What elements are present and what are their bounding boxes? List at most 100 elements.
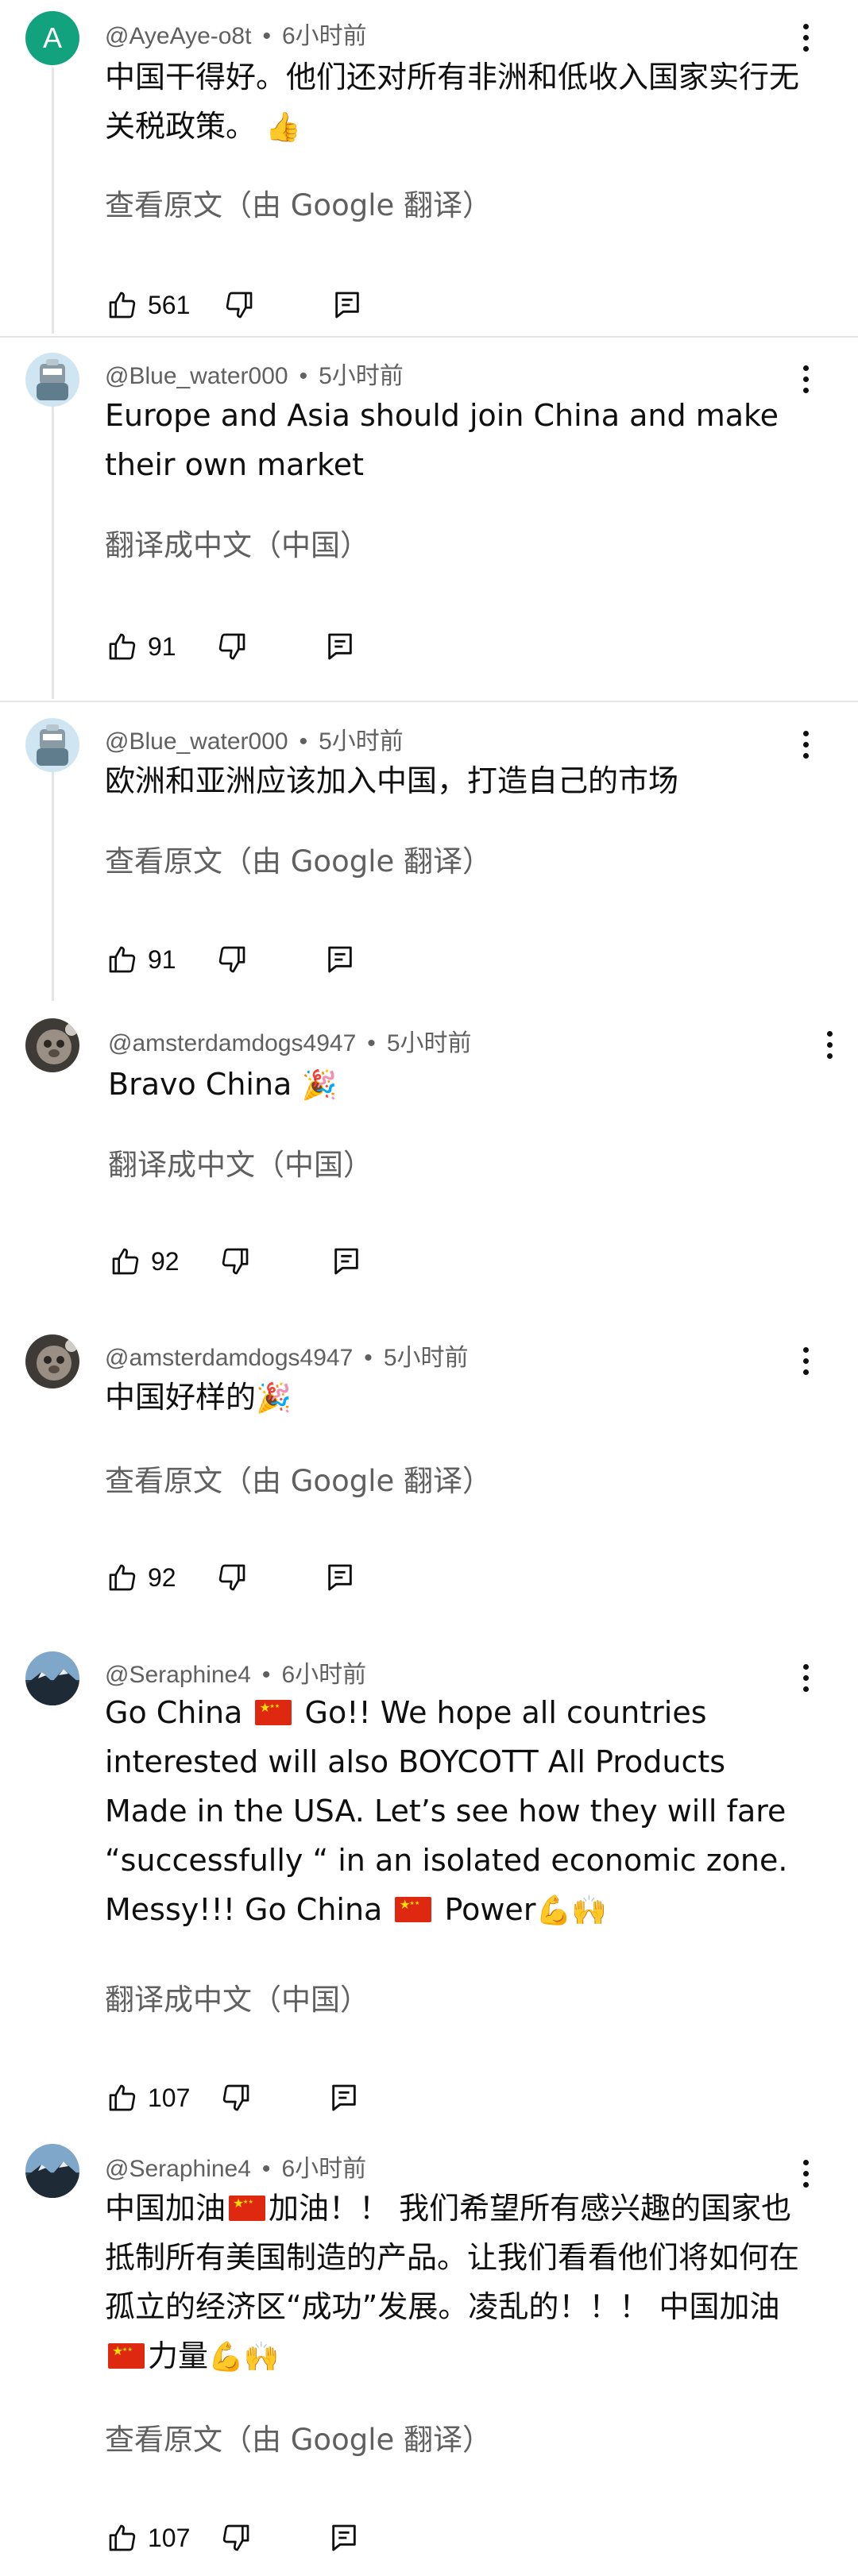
- comment-actions: 91: [105, 936, 358, 983]
- comment-meta: @AyeAye-o8t • 6小时前: [105, 16, 367, 51]
- party-popper-emoji: 🎉: [301, 1069, 338, 1102]
- reply-icon[interactable]: [323, 942, 358, 977]
- thumb-up-icon[interactable]: [105, 288, 140, 322]
- thumb-up-icon[interactable]: [108, 1244, 143, 1279]
- thumb-up-icon[interactable]: [105, 629, 140, 664]
- translate-link[interactable]: 查看原文（由 Google 翻译）: [105, 1457, 492, 1500]
- flex-clap-emoji: 💪🙌: [208, 2341, 280, 2373]
- thumb-down-icon[interactable]: [214, 629, 249, 664]
- comment-text: 中国好样的🎉: [105, 1380, 292, 1415]
- more-options-button[interactable]: [790, 17, 821, 57]
- avatar[interactable]: [25, 1018, 79, 1072]
- comment: A @AyeAye-o8t • 6小时前 中国干得好。他们还对所有非洲和低收入国家实…: [0, 0, 858, 334]
- like-count: 92: [151, 1246, 180, 1276]
- author-name[interactable]: @Blue_water000: [105, 728, 288, 755]
- comment-actions: 92: [108, 1238, 364, 1285]
- thumb-down-icon[interactable]: [218, 1244, 253, 1279]
- comment: @Blue_water000 • 5小时前 Europe and Asia shou…: [0, 342, 858, 699]
- avatar[interactable]: [25, 1334, 79, 1388]
- comment-text: 欧洲和亚洲应该加入中国，打造自己的市场: [105, 763, 679, 798]
- reply-icon[interactable]: [323, 1560, 358, 1595]
- avatar[interactable]: [25, 353, 79, 407]
- comment: @Blue_water000 • 5小时前 欧洲和亚洲应该加入中国，打造自己的市场 …: [0, 707, 858, 1001]
- author-name[interactable]: @Blue_water000: [105, 363, 288, 389]
- thumb-up-icon[interactable]: [105, 942, 140, 977]
- thumb-down-icon[interactable]: [218, 2520, 253, 2555]
- comment-time: 6小时前: [281, 1662, 367, 1688]
- comment: @Seraphine4 • 6小时前 中国加油加油！！ 我们希望所有感兴趣的国家也抵…: [0, 2133, 858, 2576]
- comment-actions: 107: [105, 2074, 361, 2122]
- avatar[interactable]: [25, 718, 79, 772]
- divider: [0, 336, 858, 338]
- reply-icon[interactable]: [330, 288, 365, 322]
- separator-dot: •: [367, 1030, 376, 1056]
- like-count: 107: [148, 2083, 191, 2112]
- separator-dot: •: [262, 23, 271, 49]
- translate-link[interactable]: 翻译成中文（中国）: [105, 521, 369, 564]
- comment-meta: @Blue_water000 • 5小时前: [105, 356, 404, 391]
- comment-text: Go China Go!! We hope all countries inte…: [105, 1688, 804, 1936]
- divider: [0, 701, 858, 702]
- comment-time: 5小时前: [319, 363, 404, 389]
- author-name[interactable]: @AyeAye-o8t: [105, 23, 251, 49]
- avatar[interactable]: A: [25, 11, 79, 65]
- like-count: 91: [148, 944, 176, 974]
- comment-time: 5小时前: [383, 1345, 469, 1371]
- like-count: 91: [148, 631, 176, 661]
- author-name[interactable]: @amsterdamdogs4947: [108, 1030, 356, 1056]
- author-name[interactable]: @Seraphine4: [105, 1662, 251, 1688]
- comment-actions: 91: [105, 623, 358, 670]
- author-name[interactable]: @Seraphine4: [105, 2156, 251, 2182]
- china-flag-emoji: [229, 2196, 266, 2221]
- avatar[interactable]: [25, 1651, 79, 1705]
- comment-actions: 92: [105, 1554, 358, 1601]
- comment-text: 中国干得好。他们还对所有非洲和低收入国家实行无关税政策。 👍: [105, 60, 800, 144]
- thumb-up-icon[interactable]: [105, 1560, 140, 1595]
- comment-meta: @Seraphine4 • 6小时前: [105, 2149, 366, 2184]
- thumb-down-icon[interactable]: [218, 2080, 253, 2115]
- comment-time: 5小时前: [319, 728, 404, 755]
- reply-icon[interactable]: [327, 2520, 361, 2555]
- like-count: 107: [148, 2523, 191, 2552]
- china-flag-emoji: [395, 1897, 432, 1922]
- comment: @amsterdamdogs4947 • 5小时前 中国好样的🎉 查看原文（由 Go…: [0, 1327, 858, 1620]
- thumb-up-icon[interactable]: [105, 2080, 140, 2115]
- comment: @amsterdamdogs4947 • 5小时前 Bravo China 🎉 翻译…: [0, 1009, 858, 1311]
- avatar[interactable]: [25, 2144, 79, 2198]
- comment-meta: @amsterdamdogs4947 • 5小时前: [108, 1023, 472, 1058]
- comment-meta: @Blue_water000 • 5小时前: [105, 721, 404, 756]
- separator-dot: •: [299, 363, 308, 389]
- like-count: 92: [148, 1562, 176, 1592]
- translate-link[interactable]: 查看原文（由 Google 翻译）: [105, 181, 492, 224]
- separator-dot: •: [261, 1662, 271, 1688]
- comment-meta: @Seraphine4 • 6小时前: [105, 1655, 366, 1690]
- translate-link[interactable]: 翻译成中文（中国）: [108, 1141, 373, 1184]
- translate-link[interactable]: 查看原文（由 Google 翻译）: [105, 837, 492, 880]
- separator-dot: •: [261, 2156, 271, 2182]
- comment: @Seraphine4 • 6小时前 Go China Go!! We hope a…: [0, 1640, 858, 2117]
- thumb-down-icon[interactable]: [214, 1560, 249, 1595]
- reply-icon[interactable]: [327, 2080, 361, 2115]
- translate-link[interactable]: 翻译成中文（中国）: [105, 1975, 369, 2018]
- comment-actions: 561: [105, 281, 365, 329]
- more-options-button[interactable]: [814, 1025, 845, 1064]
- comment-text: Europe and Asia should join China and ma…: [105, 398, 779, 482]
- thumb-down-icon[interactable]: [214, 942, 249, 977]
- china-flag-emoji: [108, 2343, 145, 2369]
- reply-icon[interactable]: [329, 1244, 364, 1279]
- thumb-down-icon[interactable]: [222, 288, 257, 322]
- comment-actions: 107: [105, 2514, 361, 2562]
- comment-meta: @amsterdamdogs4947 • 5小时前: [105, 1338, 469, 1373]
- china-flag-emoji: [255, 1700, 292, 1725]
- separator-dot: •: [299, 728, 308, 755]
- party-popper-emoji: 🎉: [256, 1382, 292, 1415]
- comment-time: 6小时前: [281, 2156, 367, 2182]
- thumbs-up-emoji: 👍: [265, 111, 301, 144]
- author-name[interactable]: @amsterdamdogs4947: [105, 1345, 353, 1371]
- separator-dot: •: [364, 1345, 373, 1371]
- translate-link[interactable]: 查看原文（由 Google 翻译）: [105, 2416, 492, 2458]
- reply-icon[interactable]: [323, 629, 358, 664]
- comment-text: Bravo China 🎉: [108, 1067, 338, 1102]
- thumb-up-icon[interactable]: [105, 2520, 140, 2555]
- flex-clap-emoji: 💪🙌: [535, 1894, 608, 1927]
